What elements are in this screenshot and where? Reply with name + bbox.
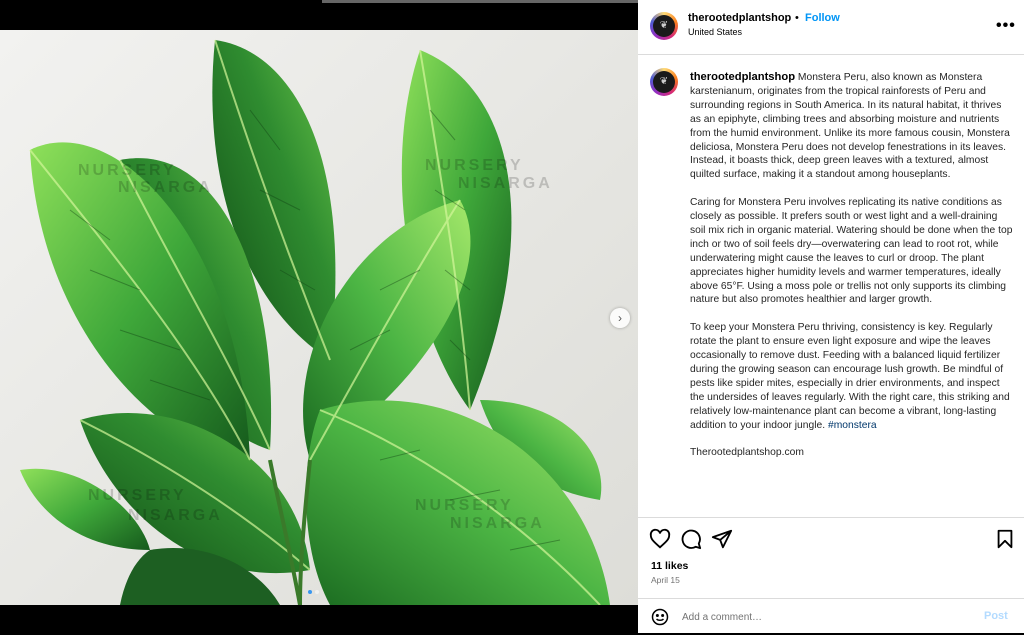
post-actions: 11 likes April 15 Post <box>638 517 1024 634</box>
caption-paragraph-text: Monstera Peru, also known as Monstera ka… <box>690 72 1010 181</box>
likes-count[interactable]: 11 likes <box>651 560 688 572</box>
carousel-dots <box>308 590 319 594</box>
post-header: ❦ therootedplantshop • Follow United Sta… <box>638 0 1024 55</box>
media-top-bar <box>0 0 640 30</box>
carousel-dot-active <box>308 590 312 594</box>
post-date[interactable]: April 15 <box>651 575 680 585</box>
comment-icon[interactable] <box>680 528 702 550</box>
comment-input[interactable] <box>682 609 962 625</box>
avatar-logo-icon: ❦ <box>659 20 669 31</box>
follow-button[interactable]: Follow <box>805 12 840 24</box>
caption-username[interactable]: therootedplantshop <box>690 71 795 83</box>
watermark-text: NISARGA <box>450 515 545 532</box>
watermark-text: NISARGA <box>118 179 213 196</box>
media-panel: NURSERY NISARGA NURSERY NISARGA NURSERY … <box>0 0 640 633</box>
watermark-text: NURSERY <box>88 487 187 504</box>
carousel-dot <box>315 590 319 594</box>
caption-text: therootedplantshop Monstera Peru, also k… <box>690 71 1015 474</box>
watermark-text: NISARGA <box>458 175 553 192</box>
watermark-text: NURSERY <box>425 157 524 174</box>
hashtag-link[interactable]: #monstera <box>828 420 877 431</box>
post-details-panel: ❦ therootedplantshop • Follow United Sta… <box>638 0 1024 633</box>
avatar-logo-icon: ❦ <box>659 76 669 87</box>
post-comment-button[interactable]: Post <box>984 610 1008 622</box>
caption-paragraph: To keep your Monstera Peru thriving, con… <box>690 321 1015 432</box>
separator-dot: • <box>795 12 799 24</box>
more-options-icon[interactable]: ••• <box>996 17 1016 35</box>
heart-icon[interactable] <box>649 528 671 550</box>
next-image-button[interactable]: › <box>610 308 630 328</box>
share-icon[interactable] <box>711 528 733 550</box>
comment-bar: Post <box>638 598 1024 635</box>
caption-paragraph: Caring for Monstera Peru involves replic… <box>690 197 1013 306</box>
scroll-indicator <box>322 0 640 3</box>
caption-avatar[interactable]: ❦ <box>650 68 678 96</box>
watermark-text: NISARGA <box>128 507 223 524</box>
caption-website: Therootedplantshop.com <box>690 447 804 459</box>
monstera-plant-image: NURSERY NISARGA NURSERY NISARGA NURSERY … <box>20 39 610 605</box>
post-photo[interactable]: NURSERY NISARGA NURSERY NISARGA NURSERY … <box>0 30 638 605</box>
watermark-text: NURSERY <box>415 497 514 514</box>
bookmark-icon[interactable] <box>994 528 1016 550</box>
caption-section: ❦ therootedplantshop Monstera Peru, also… <box>638 55 1024 517</box>
avatar[interactable]: ❦ <box>650 12 678 40</box>
watermark-text: NURSERY <box>78 162 177 179</box>
location-link[interactable]: United States <box>688 27 742 37</box>
emoji-icon[interactable] <box>651 608 669 626</box>
chevron-right-icon: › <box>618 311 622 325</box>
caption-paragraph-text: To keep your Monstera Peru thriving, con… <box>690 322 1010 431</box>
caption-paragraph: therootedplantshop Monstera Peru, also k… <box>690 71 1015 182</box>
header-username[interactable]: therootedplantshop <box>688 12 791 24</box>
